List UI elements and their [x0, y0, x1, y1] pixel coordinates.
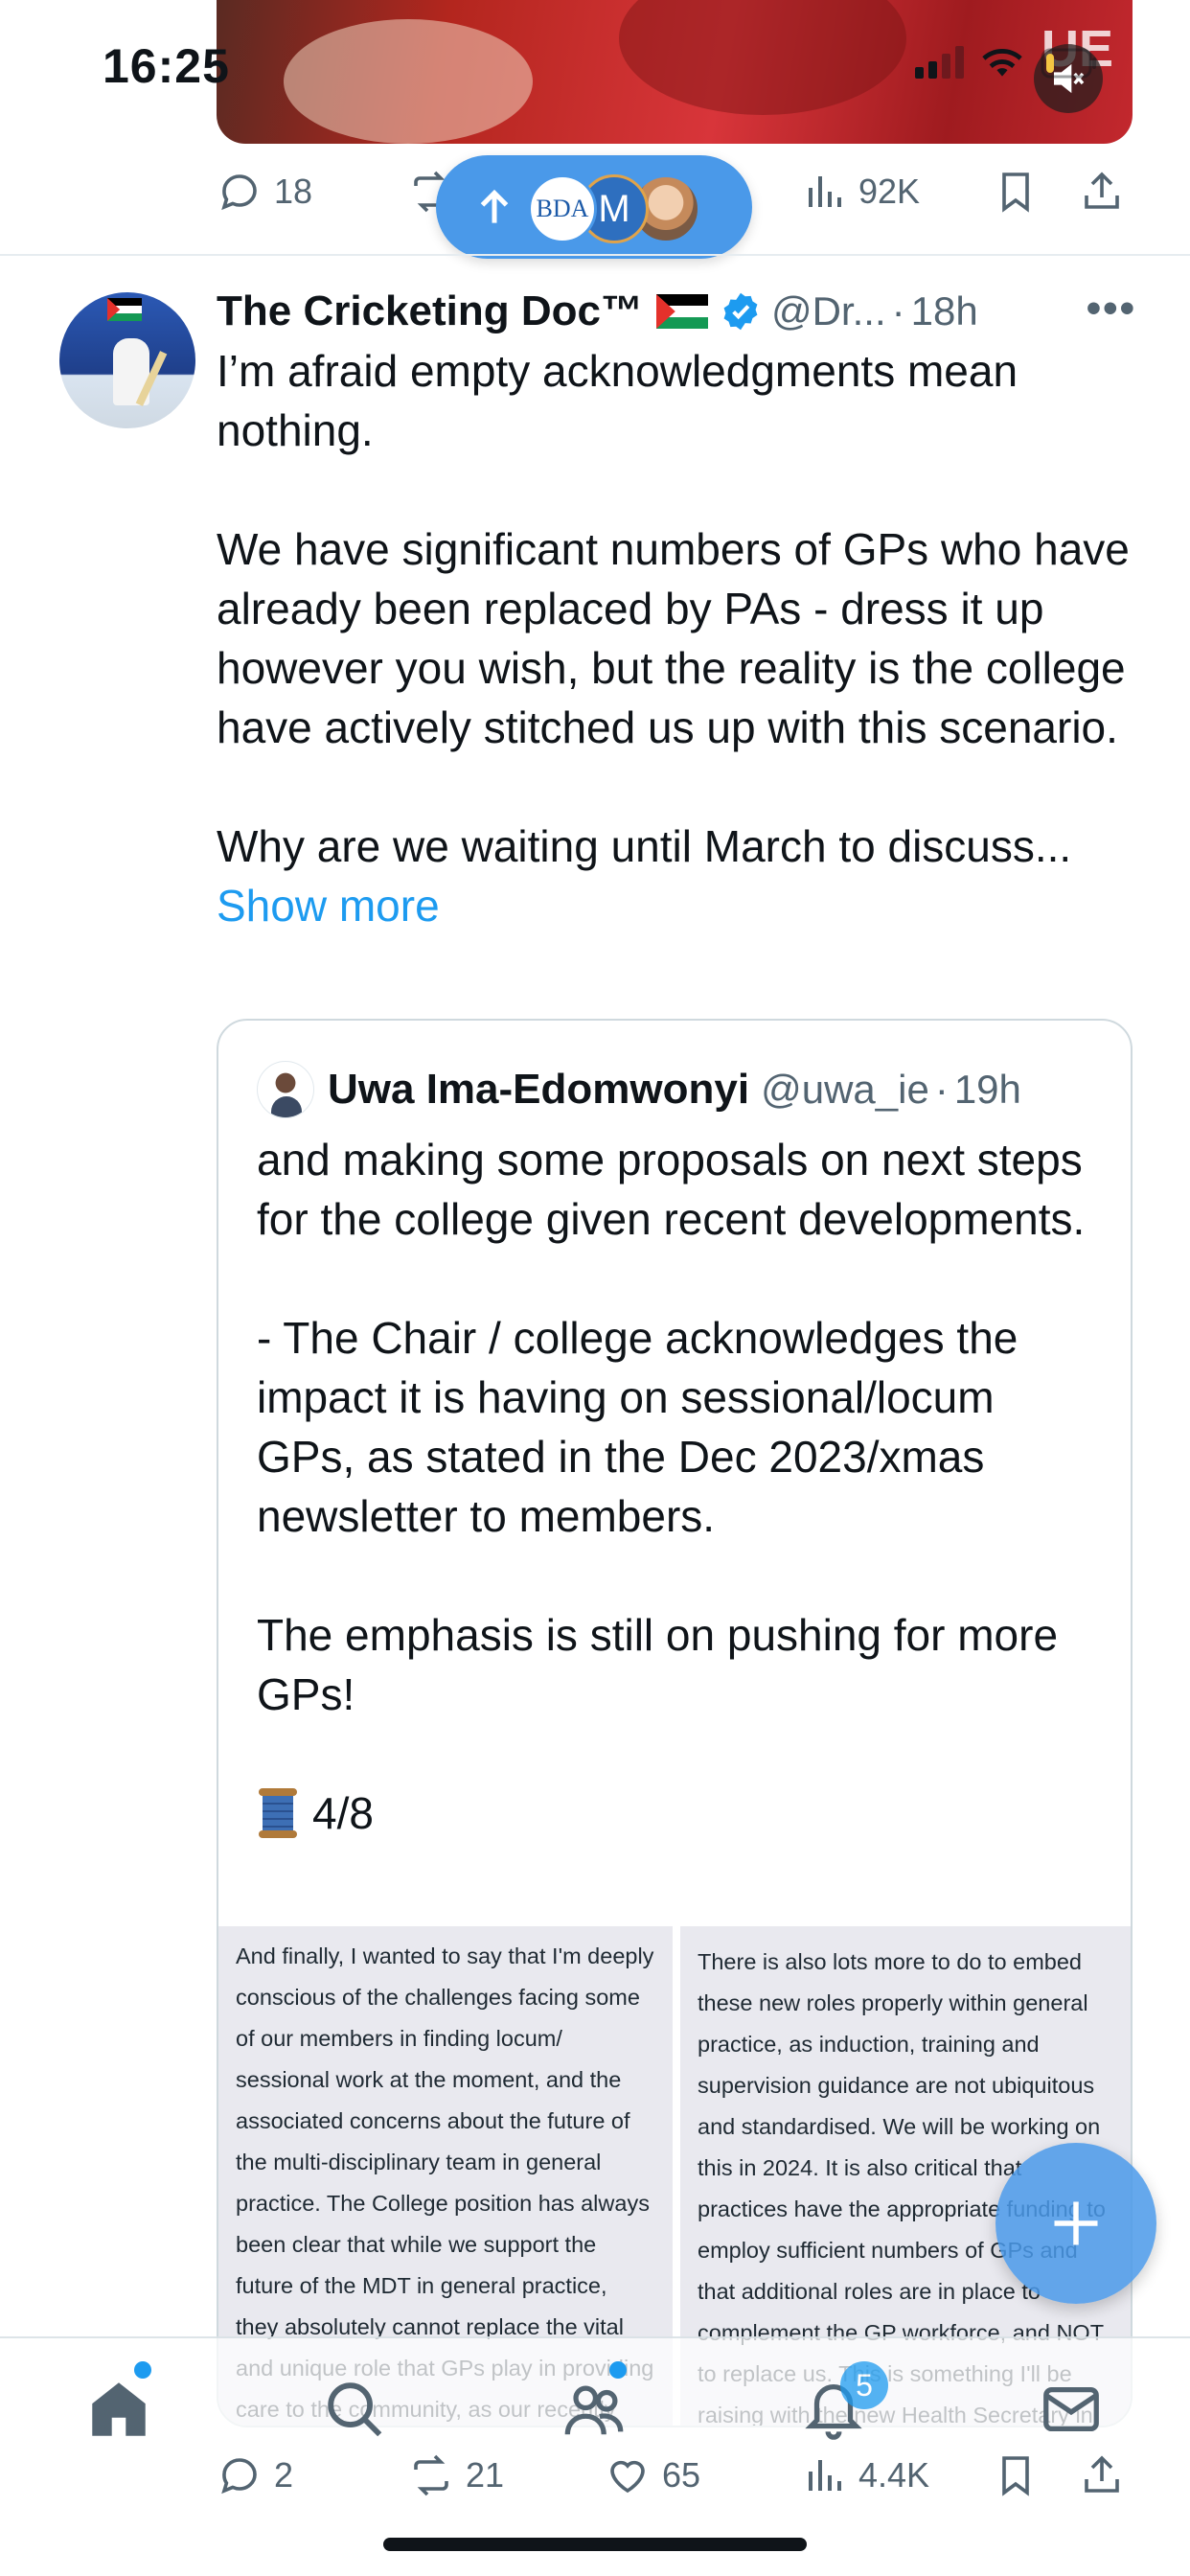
tweet-header: The Cricketing Doc™ @Dr... · 18h ••• — [217, 281, 1136, 342]
reply-button[interactable]: 18 — [217, 163, 312, 220]
display-name: Uwa Ima-Edomwonyi — [328, 1066, 750, 1113]
handle[interactable]: @Dr... — [771, 288, 886, 334]
timestamp[interactable]: 18h — [911, 288, 978, 334]
thread-counter: 4/8 — [257, 1783, 1100, 1843]
quote-paragraph: and making some proposals on next steps … — [257, 1135, 1086, 1244]
tweet-paragraph: Why are we waiting until March to discus… — [217, 816, 1136, 935]
battery-icon — [1041, 48, 1096, 79]
like-icon — [610, 2460, 645, 2494]
tweet-paragraph-text: Why are we waiting until March to discus… — [217, 821, 1072, 871]
tab-search[interactable] — [316, 2371, 393, 2448]
signal-icon — [915, 46, 964, 79]
reply-button[interactable]: 2 — [217, 2447, 293, 2504]
views-icon — [809, 2460, 841, 2491]
tweet-actions: 2 21 65 4.4K — [217, 2447, 1136, 2504]
handle: @uwa_ie — [761, 1067, 929, 1112]
separator: · — [891, 288, 905, 334]
reply-count: 18 — [274, 172, 313, 211]
quote-paragraph: - The Chair / college acknowledges the i… — [257, 1313, 1018, 1541]
wifi-icon — [982, 48, 1022, 77]
thread-spool-icon — [259, 1788, 297, 1838]
tab-messages[interactable] — [1033, 2371, 1110, 2448]
separator: · — [934, 1067, 949, 1112]
communities-icon — [564, 2385, 624, 2435]
repost-button[interactable]: 21 — [408, 2447, 504, 2504]
share-button[interactable] — [1079, 163, 1125, 220]
avatar[interactable] — [59, 292, 195, 428]
bookmark-icon — [1002, 2456, 1029, 2496]
share-icon — [1085, 172, 1119, 209]
tab-home[interactable] — [80, 2371, 157, 2448]
tweet-paragraph: I’m afraid empty acknowledgments mean no… — [217, 346, 1018, 455]
flag-icon — [655, 294, 708, 329]
status-time: 16:25 — [103, 39, 230, 93]
home-icon — [92, 2382, 146, 2436]
views-icon — [809, 176, 841, 207]
like-button[interactable]: 65 — [605, 2447, 700, 2504]
flag-icon — [107, 298, 142, 321]
display-name[interactable]: The Cricketing Doc™ — [217, 288, 643, 335]
views-count: 4.4K — [858, 2455, 930, 2495]
bookmark-button[interactable] — [993, 2447, 1039, 2504]
reply-icon — [221, 2458, 257, 2495]
quote-paragraph: The emphasis is still on pushing for mor… — [257, 1610, 1059, 1719]
timestamp: 19h — [953, 1067, 1021, 1112]
share-icon — [1085, 2455, 1119, 2493]
compose-icon — [1054, 2201, 1098, 2245]
bookmark-button[interactable] — [993, 163, 1039, 220]
show-more-link[interactable]: Show more — [217, 881, 440, 931]
more-icon[interactable]: ••• — [1087, 285, 1136, 333]
repost-icon — [414, 2454, 448, 2496]
tweet-text: I’m afraid empty acknowledgments mean no… — [217, 341, 1136, 935]
tab-communities[interactable] — [556, 2371, 632, 2448]
reply-count: 2 — [274, 2455, 294, 2495]
pill-avatar: BDA — [528, 174, 597, 243]
quoted-tweet-header: Uwa Ima-Edomwonyi @uwa_ie · 19h — [257, 1059, 1021, 1120]
home-unread-dot — [134, 2361, 151, 2379]
views-button[interactable]: 92K — [801, 163, 920, 220]
like-count: 65 — [662, 2455, 701, 2495]
tweet-paragraph: We have significant numbers of GPs who h… — [217, 524, 1130, 752]
bookmark-icon — [1002, 172, 1029, 213]
post-divider — [0, 254, 1190, 256]
communities-unread-dot — [609, 2361, 627, 2379]
reply-icon — [221, 174, 257, 211]
status-icons — [915, 46, 1098, 79]
arrow-up-icon — [480, 189, 509, 223]
compose-button[interactable] — [995, 2143, 1156, 2304]
notifications-badge: 5 — [840, 2361, 888, 2409]
verified-icon — [723, 292, 758, 331]
home-indicator — [383, 2538, 807, 2551]
views-button[interactable]: 4.4K — [801, 2447, 929, 2504]
quoted-tweet-text: and making some proposals on next steps … — [257, 1130, 1100, 1843]
search-icon — [328, 2382, 382, 2437]
thread-count: 4/8 — [312, 1788, 374, 1838]
share-button[interactable] — [1079, 2447, 1125, 2504]
media-shape — [619, 0, 906, 115]
views-count: 92K — [858, 172, 921, 211]
messages-icon — [1043, 2386, 1099, 2432]
repost-count: 21 — [466, 2455, 505, 2495]
new-posts-pill[interactable]: BDA M — [436, 155, 752, 259]
media-shape — [284, 19, 533, 144]
avatar — [257, 1061, 314, 1118]
